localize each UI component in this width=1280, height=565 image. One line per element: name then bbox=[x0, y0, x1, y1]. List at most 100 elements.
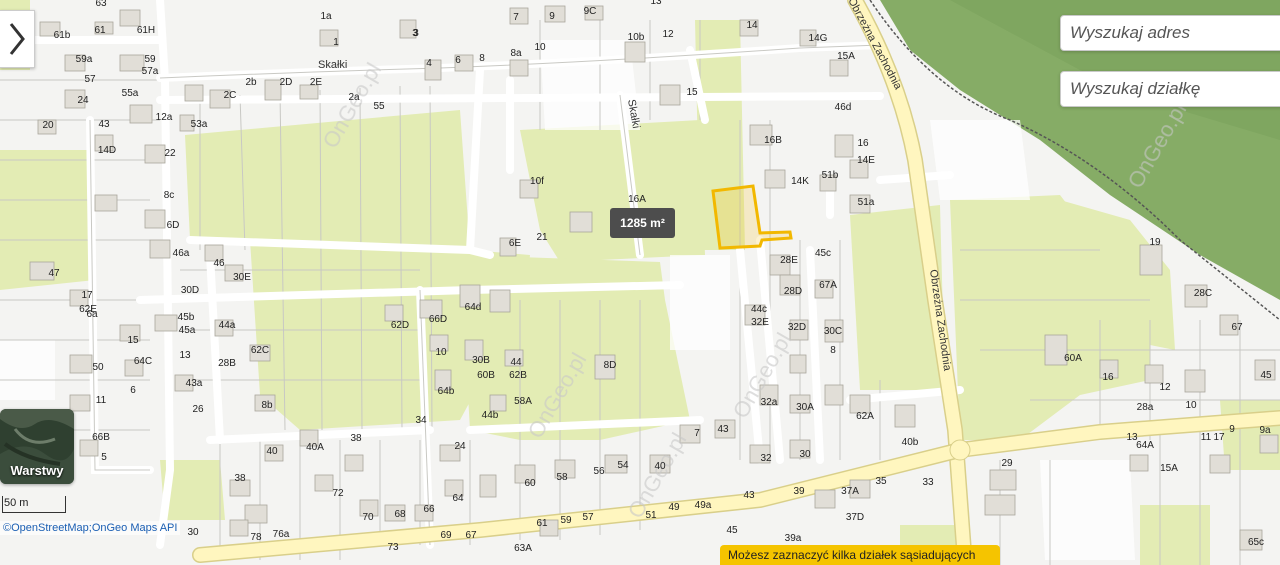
house-number-label: 61 bbox=[94, 25, 106, 36]
house-number-label: 10b bbox=[628, 32, 645, 43]
house-number-label: 53a bbox=[191, 119, 208, 130]
house-number-label: 8 bbox=[830, 345, 836, 356]
osm-attribution-link[interactable]: ©OpenStreetMap bbox=[3, 522, 89, 534]
house-number-label: 30E bbox=[233, 272, 251, 283]
house-number-label: 32E bbox=[751, 317, 769, 328]
house-number-label: 6 bbox=[130, 385, 136, 396]
layers-button[interactable]: Warstwy bbox=[0, 409, 74, 484]
house-number-label: 16 bbox=[1102, 372, 1114, 383]
house-number-label: 28B bbox=[218, 358, 236, 369]
house-number-label: 70 bbox=[362, 512, 374, 523]
house-number-label: 40 bbox=[654, 461, 666, 472]
house-number-label: 4 bbox=[426, 58, 432, 69]
house-number-label: 12 bbox=[662, 29, 674, 40]
house-number-label: 9 bbox=[549, 11, 555, 22]
house-number-label: 44 bbox=[510, 357, 522, 368]
house-number-label: 37D bbox=[846, 512, 864, 523]
house-number-label: 28E bbox=[780, 255, 798, 266]
house-number-label: 68 bbox=[394, 509, 406, 520]
search-address-input[interactable] bbox=[1061, 16, 1270, 50]
house-number-label: 32D bbox=[788, 322, 806, 333]
house-number-label: 2a bbox=[348, 92, 360, 103]
house-number-label: 60B bbox=[477, 370, 495, 381]
house-number-label: 64A bbox=[1136, 440, 1154, 451]
ongeo-attribution-link[interactable]: OnGeo Maps API bbox=[92, 522, 178, 534]
house-number-label: 62A bbox=[856, 411, 874, 422]
house-number-label: 32a bbox=[761, 397, 778, 408]
house-number-label: 17 bbox=[81, 290, 93, 301]
house-number-label: 46d bbox=[835, 102, 852, 113]
house-number-label: 6E bbox=[509, 238, 522, 249]
house-number-label: 30A bbox=[796, 402, 814, 413]
house-number-label: 7 bbox=[694, 428, 700, 439]
house-number-label: 11 bbox=[1201, 432, 1212, 443]
house-number-label: 30 bbox=[187, 527, 199, 538]
house-number-label: 15A bbox=[1160, 463, 1178, 474]
house-number-label: 5 bbox=[101, 452, 107, 463]
house-number-label: 45c bbox=[815, 248, 831, 259]
house-number-label: 66 bbox=[423, 504, 435, 515]
search-parcel-box[interactable] bbox=[1060, 71, 1280, 107]
house-number-label: 6D bbox=[167, 220, 180, 231]
house-number-label: 78 bbox=[250, 532, 262, 543]
house-number-label: 67 bbox=[465, 530, 477, 541]
house-number-label: 63 bbox=[95, 0, 107, 9]
house-number-label: 43a bbox=[186, 378, 203, 389]
house-number-label: 9a bbox=[1259, 425, 1271, 436]
house-number-label: 59 bbox=[144, 54, 156, 65]
house-number-label: 7 bbox=[513, 12, 519, 23]
house-number-label: 51 bbox=[645, 510, 657, 521]
house-number-label: 21 bbox=[536, 232, 548, 243]
house-number-label: 15 bbox=[686, 87, 698, 98]
parcel-area-badge: 1285 m² bbox=[610, 208, 675, 238]
house-number-label: 57a bbox=[142, 66, 159, 77]
house-number-label: 2C bbox=[224, 90, 237, 101]
expand-panel-button[interactable] bbox=[0, 10, 35, 68]
house-number-label: 13 bbox=[179, 350, 191, 361]
house-number-label: 8D bbox=[604, 360, 617, 371]
search-address-box[interactable] bbox=[1060, 15, 1280, 51]
house-number-label: 1a bbox=[320, 11, 332, 22]
house-number-label: 43 bbox=[98, 119, 110, 130]
house-number-label: 63A bbox=[514, 543, 532, 554]
house-number-label: 46 bbox=[213, 258, 225, 269]
house-number-label: 64 bbox=[452, 493, 464, 504]
search-parcel-input[interactable] bbox=[1061, 72, 1270, 106]
house-number-label: 6 bbox=[455, 55, 461, 66]
house-number-label: 45a bbox=[179, 325, 196, 336]
house-number-label: 45 bbox=[1260, 370, 1272, 381]
house-number-label: 40b bbox=[902, 437, 919, 448]
house-number-label: 46a bbox=[173, 248, 190, 259]
house-number-label: 30B bbox=[472, 355, 490, 366]
house-number-label: 34 bbox=[415, 415, 427, 426]
house-number-label: 64d bbox=[465, 302, 482, 313]
house-number-label: 8c bbox=[164, 190, 175, 201]
house-number-label: 45 bbox=[726, 525, 738, 536]
multi-parcel-notice: Możesz zaznaczyć kilka działek sąsiadują… bbox=[720, 545, 1000, 565]
house-number-label: 16A bbox=[628, 194, 646, 205]
house-number-label: 44b bbox=[482, 410, 499, 421]
house-number-label: 24 bbox=[454, 441, 466, 452]
house-number-label: 10 bbox=[534, 42, 546, 53]
house-number-label: 56 bbox=[593, 466, 605, 477]
house-number-label: 14D bbox=[98, 145, 116, 156]
house-number-label: 43 bbox=[717, 424, 729, 435]
house-number-label: 8 bbox=[479, 53, 485, 64]
house-number-label: 55a bbox=[122, 88, 139, 99]
house-number-label: 67 bbox=[1231, 322, 1243, 333]
house-number-label: 50 bbox=[92, 362, 104, 373]
house-number-label: 2E bbox=[310, 77, 323, 88]
house-number-label: 62D bbox=[391, 320, 409, 331]
house-number-label: 43 bbox=[743, 490, 755, 501]
house-number-label: 30C bbox=[824, 326, 842, 337]
house-number-label: 61H bbox=[137, 25, 155, 36]
house-number-label: 12 bbox=[1159, 382, 1171, 393]
house-number-label: 62C bbox=[251, 345, 269, 356]
house-number-label: 22 bbox=[164, 148, 176, 159]
house-number-label: 61 bbox=[536, 518, 548, 529]
house-number-label: 3 bbox=[413, 28, 419, 39]
house-number-label: 60A bbox=[1064, 353, 1082, 364]
house-number-label: 39 bbox=[793, 486, 805, 497]
house-number-label: 65c bbox=[1248, 537, 1264, 548]
chevron-right-icon bbox=[9, 23, 25, 55]
